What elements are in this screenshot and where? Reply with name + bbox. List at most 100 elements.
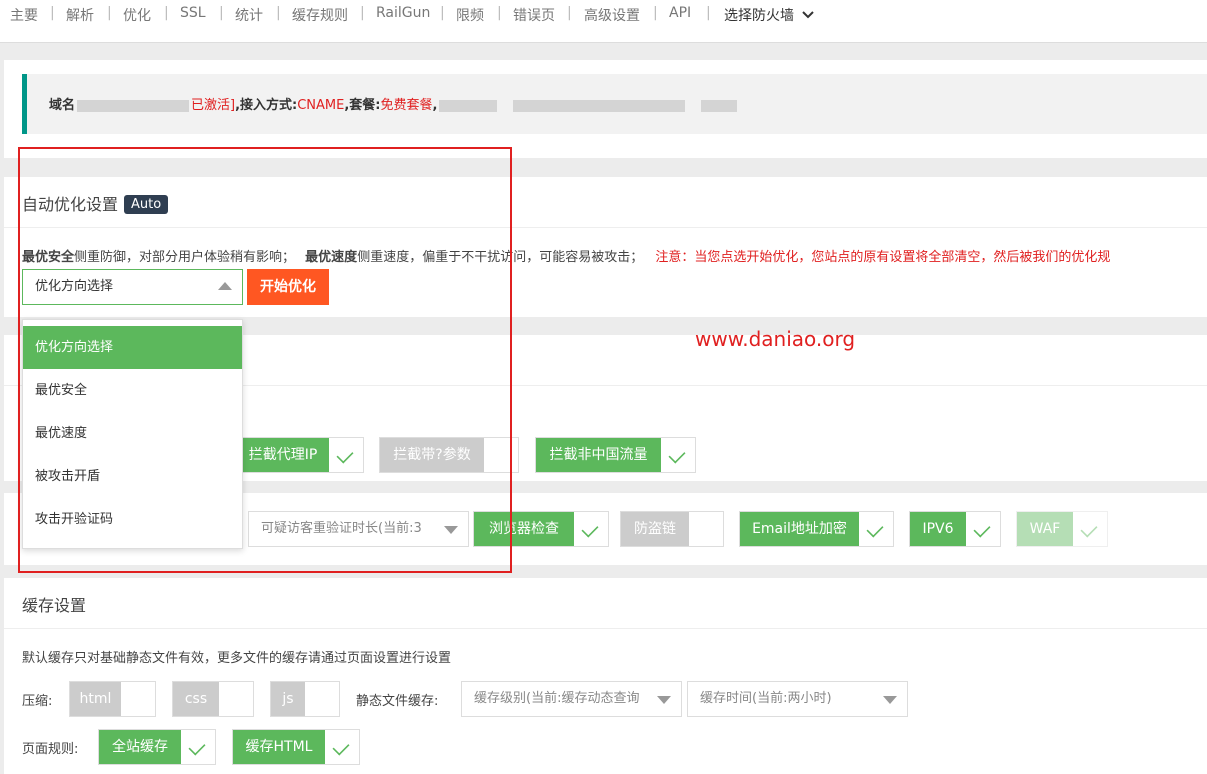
watermark-text: www.daniao.org — [695, 327, 856, 351]
email-obfuscation-toggle[interactable]: Email地址加密 — [739, 511, 894, 547]
access-label: ,接入方式: — [235, 98, 298, 113]
check-icon — [866, 520, 884, 538]
check-icon — [1080, 520, 1098, 538]
nav-separator: | — [440, 5, 445, 21]
compress-js-toggle[interactable]: js — [270, 681, 340, 717]
nav-optimize[interactable]: 优化 — [123, 5, 151, 25]
toggle-box — [661, 438, 695, 472]
full-site-cache-toggle[interactable]: 全站缓存 — [98, 729, 216, 765]
nav-separator: | — [107, 5, 112, 21]
nav-rate-limit[interactable]: 限频 — [456, 5, 484, 25]
divider — [4, 628, 1207, 629]
toggle-box — [329, 438, 363, 472]
nav-railgun[interactable]: RailGun — [376, 5, 430, 21]
toggle-box — [219, 682, 253, 716]
dropdown-option[interactable]: 最优安全 — [23, 369, 242, 412]
optimize-direction-select[interactable]: 优化方向选择 — [22, 269, 243, 305]
toggle-label: css — [173, 682, 219, 716]
redacted-info — [701, 99, 738, 112]
toggle-box — [1073, 512, 1107, 546]
auto-optimize-card: 自动优化设置 Auto 最优安全侧重防御，对部分用户体验稍有影响； 最优速度侧重速… — [4, 177, 1207, 317]
desc-safe-bold: 最优安全 — [22, 250, 75, 265]
toggle-box — [689, 512, 723, 546]
top-nav: 主要 | 解析 | 优化 | SSL | 统计 | 缓存规则 | RailGun… — [0, 0, 1207, 43]
caret-down-icon — [657, 696, 671, 704]
auto-optimize-title: 自动优化设置 Auto — [22, 191, 169, 215]
select-value: 优化方向选择 — [35, 279, 114, 294]
nav-firewall-select[interactable]: 选择防火墙 — [724, 5, 815, 25]
cache-time-select[interactable]: 缓存时间(当前:两小时) — [687, 681, 908, 717]
cache-title: 缓存设置 — [22, 596, 87, 615]
nav-dns[interactable]: 解析 — [66, 5, 94, 25]
nav-separator: | — [567, 5, 572, 21]
access-value: CNAME — [297, 98, 345, 113]
nav-error-page[interactable]: 错误页 — [513, 5, 555, 25]
domain-info-card: 域名 已激活],接入方式:CNAME,套餐:免费套餐, — [4, 60, 1207, 158]
toggle-label: 全站缓存 — [99, 730, 181, 764]
toggle-label: IPV6 — [910, 512, 966, 546]
block-proxy-ip-toggle[interactable]: 拦截代理IP — [236, 437, 364, 473]
cache-html-toggle[interactable]: 缓存HTML — [232, 729, 360, 765]
dropdown-option[interactable]: 最优速度 — [23, 412, 242, 455]
desc-speed-bold: 最优速度 — [305, 250, 358, 265]
cache-level-select[interactable]: 缓存级别(当前:缓存动态查询 — [461, 681, 682, 717]
toggle-box — [181, 730, 215, 764]
toggle-box — [121, 682, 155, 716]
auto-optimize-desc: 最优安全侧重防御，对部分用户体验稍有影响； 最优速度侧重速度，偏重于不干扰访问，… — [22, 246, 1110, 265]
nav-ssl[interactable]: SSL — [180, 5, 206, 21]
caret-down-icon — [883, 696, 897, 704]
ipv6-toggle[interactable]: IPV6 — [909, 511, 1001, 547]
toggle-box — [305, 682, 339, 716]
start-optimize-button[interactable]: 开始优化 — [247, 269, 329, 305]
plan-value: 免费套餐 — [380, 98, 433, 113]
check-icon — [336, 446, 354, 464]
block-non-china-toggle[interactable]: 拦截非中国流量 — [535, 437, 696, 473]
firewall-label: 选择防火墙 — [724, 8, 794, 24]
compress-html-toggle[interactable]: html — [69, 681, 156, 717]
chevron-down-icon — [802, 11, 815, 19]
toggle-label: 防盗链 — [621, 512, 689, 546]
toggle-label: 缓存HTML — [233, 730, 325, 764]
nav-separator: | — [653, 5, 658, 21]
nav-stats[interactable]: 统计 — [235, 5, 263, 25]
dropdown-option[interactable]: 攻击开验证码 — [23, 498, 242, 541]
desc-warning: 注意：当您点选开始优化，您站点的原有设置将全部清空，然后被我们的优化规 — [655, 250, 1111, 265]
domain-label: 域名 — [49, 98, 76, 113]
block-query-param-toggle[interactable]: 拦截带?参数 — [379, 437, 519, 473]
optimize-direction-dropdown: 优化方向选择 最优安全 最优速度 被攻击开盾 攻击开验证码 — [22, 319, 243, 549]
nav-separator: | — [706, 5, 711, 21]
dropdown-option[interactable]: 被攻击开盾 — [23, 455, 242, 498]
section-title-text: 自动优化设置 — [22, 195, 119, 214]
nav-api[interactable]: API — [669, 5, 691, 21]
domain-status: 已激活] — [191, 98, 236, 113]
toggle-box — [859, 512, 893, 546]
nav-separator: | — [164, 5, 169, 21]
nav-advanced[interactable]: 高级设置 — [584, 5, 640, 25]
compress-css-toggle[interactable]: css — [172, 681, 254, 717]
check-icon — [581, 520, 599, 538]
nav-separator: | — [360, 5, 365, 21]
nav-main[interactable]: 主要 — [10, 5, 38, 25]
caret-down-icon — [444, 526, 458, 534]
toggle-label: html — [70, 682, 121, 716]
check-icon — [332, 738, 350, 756]
check-icon — [973, 520, 991, 538]
nav-separator: | — [276, 5, 281, 21]
check-icon — [188, 738, 206, 756]
redacted-info — [439, 99, 498, 112]
toggle-label: 拦截代理IP — [237, 438, 329, 472]
hotlink-protection-toggle[interactable]: 防盗链 — [620, 511, 724, 547]
select-value: 可疑访客重验证时长(当前:3 — [261, 521, 422, 536]
waf-toggle[interactable]: WAF — [1016, 511, 1108, 547]
dropdown-option[interactable]: 优化方向选择 — [23, 326, 242, 369]
compress-label: 压缩: — [22, 694, 53, 709]
static-cache-label: 静态文件缓存: — [356, 694, 439, 709]
reverify-duration-select[interactable]: 可疑访客重验证时长(当前:3 — [248, 511, 469, 547]
nav-cache-rules[interactable]: 缓存规则 — [292, 5, 348, 25]
nav-separator: | — [50, 5, 55, 21]
toggle-box — [484, 438, 518, 472]
toggle-label: 拦截非中国流量 — [536, 438, 661, 472]
browser-check-toggle[interactable]: 浏览器检查 — [473, 511, 609, 547]
auto-badge: Auto — [124, 195, 169, 214]
nav-separator: | — [497, 5, 502, 21]
